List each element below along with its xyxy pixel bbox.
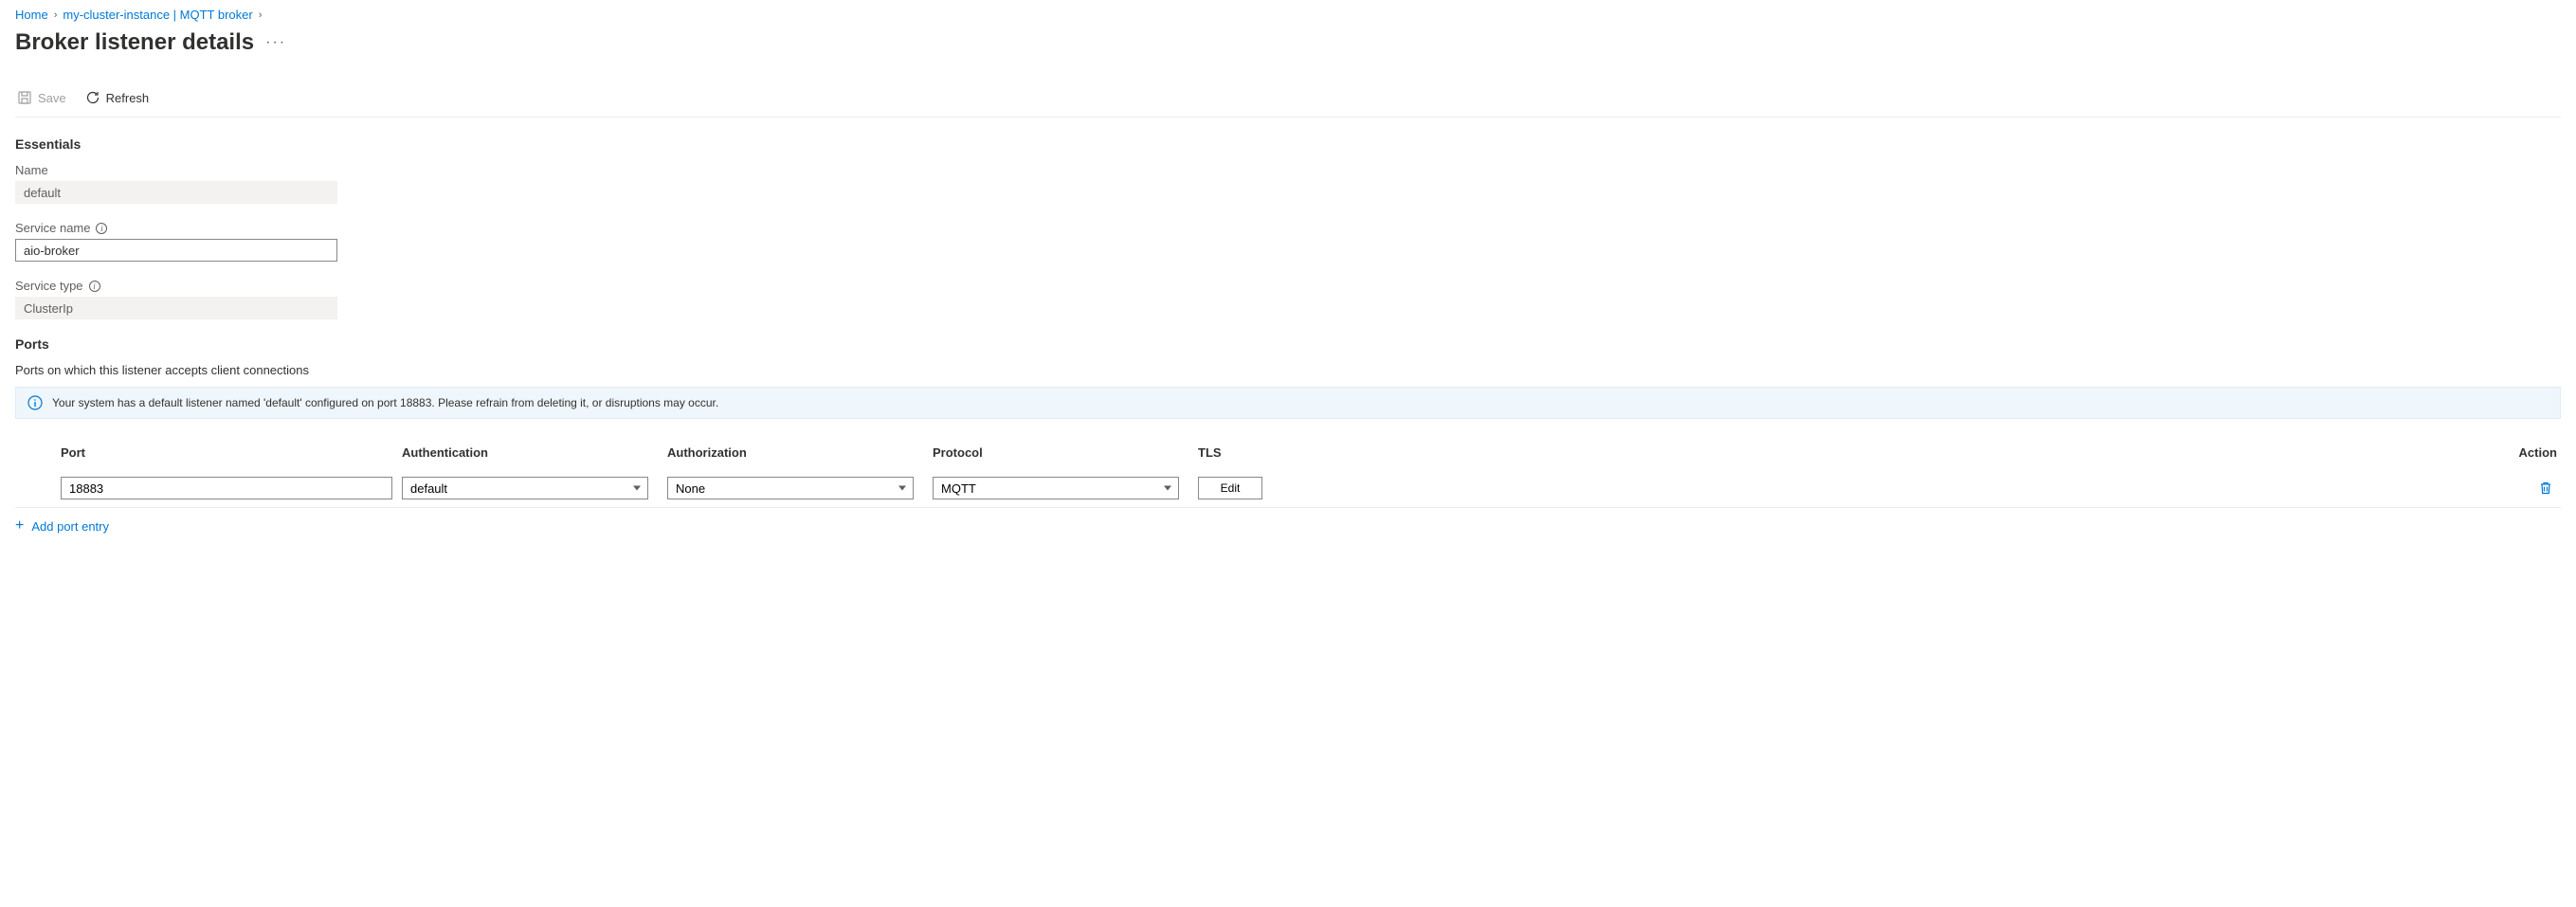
essentials-title: Essentials (15, 136, 2561, 152)
protocol-select[interactable]: MQTT (933, 477, 1179, 499)
plus-icon: + (15, 517, 24, 535)
service-type-label: Service type (15, 279, 83, 293)
port-input[interactable] (61, 477, 392, 499)
ports-table-header: Port Authentication Authorization Protoc… (15, 436, 2561, 469)
chevron-right-icon: › (54, 9, 58, 21)
delete-row-button[interactable] (2534, 477, 2557, 499)
col-protocol: Protocol (933, 445, 1198, 460)
col-authorization: Authorization (667, 445, 933, 460)
save-label: Save (38, 91, 66, 105)
service-name-label: Service name (15, 221, 90, 235)
toolbar: Save Refresh (15, 79, 2561, 118)
chevron-right-icon: › (259, 9, 263, 21)
name-input (15, 181, 337, 204)
breadcrumb: Home › my-cluster-instance | MQTT broker… (15, 8, 2561, 22)
ports-description: Ports on which this listener accepts cli… (15, 363, 2561, 377)
field-service-name: Service name i (15, 221, 2561, 262)
refresh-button[interactable]: Refresh (83, 86, 152, 109)
info-banner: Your system has a default listener named… (15, 387, 2561, 419)
col-tls: TLS (1198, 445, 1416, 460)
table-row: default None MQTT Edit (15, 469, 2561, 508)
service-name-input[interactable] (15, 239, 337, 262)
page-title: Broker listener details (15, 29, 254, 56)
add-port-entry-button[interactable]: + Add port entry (15, 508, 2561, 544)
info-icon (27, 395, 43, 410)
info-banner-text: Your system has a default listener named… (52, 396, 718, 409)
name-label: Name (15, 163, 48, 177)
col-authentication: Authentication (402, 445, 667, 460)
ports-section: Ports Ports on which this listener accep… (15, 336, 2561, 544)
authentication-select[interactable]: default (402, 477, 648, 499)
breadcrumb-cluster-mqtt[interactable]: my-cluster-instance | MQTT broker (63, 8, 252, 22)
col-action: Action (1416, 445, 2561, 460)
authorization-select[interactable]: None (667, 477, 914, 499)
ports-table: Port Authentication Authorization Protoc… (15, 436, 2561, 544)
page-header: Broker listener details ··· (15, 29, 2561, 56)
field-name: Name (15, 163, 2561, 204)
col-port: Port (61, 445, 402, 460)
ports-title: Ports (15, 336, 2561, 352)
save-icon (17, 90, 32, 105)
trash-icon (2538, 481, 2553, 496)
refresh-label: Refresh (106, 91, 150, 105)
field-service-type: Service type i (15, 279, 2561, 319)
tls-edit-button[interactable]: Edit (1198, 477, 1262, 499)
add-port-label: Add port entry (31, 519, 109, 534)
info-icon[interactable]: i (89, 281, 100, 292)
save-button[interactable]: Save (15, 86, 68, 109)
service-type-input (15, 297, 337, 319)
info-icon[interactable]: i (96, 223, 107, 234)
breadcrumb-home[interactable]: Home (15, 8, 48, 22)
essentials-section: Essentials Name Service name i Service t… (15, 136, 2561, 319)
more-actions-icon[interactable]: ··· (265, 34, 286, 51)
refresh-icon (85, 90, 100, 105)
